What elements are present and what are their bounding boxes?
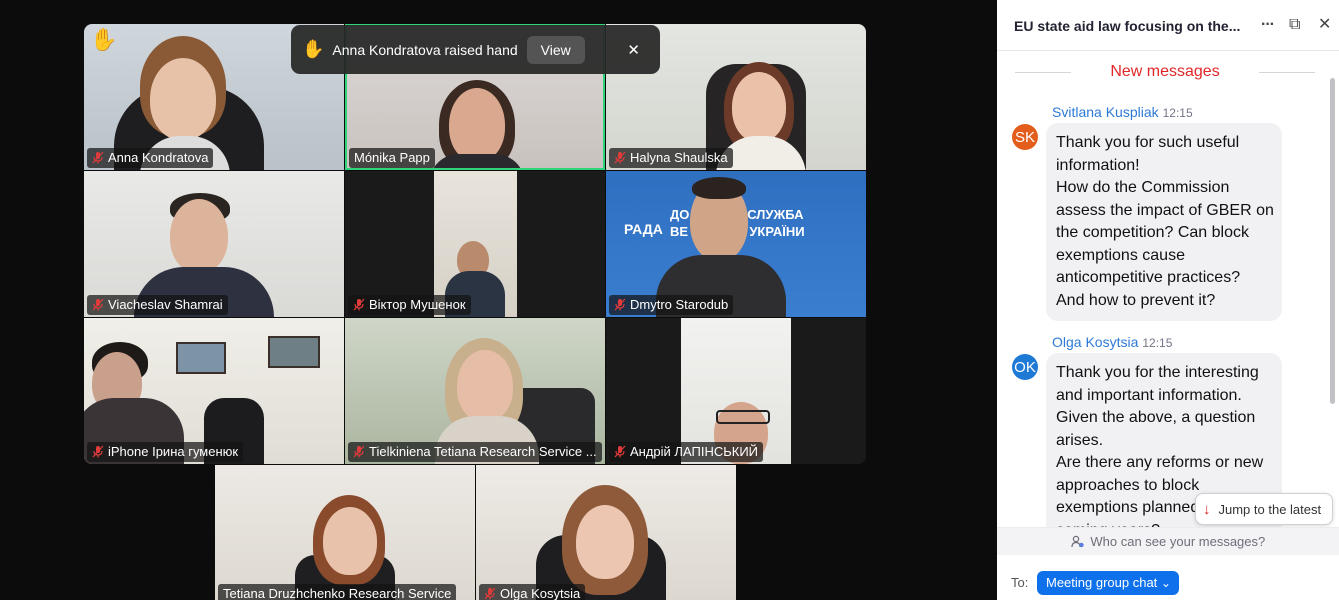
participant-name-tag: iPhone Ірина гуменюк xyxy=(87,442,244,462)
close-icon[interactable]: ✕ xyxy=(627,41,640,59)
recipient-row: To: Meeting group chat ⌄ xyxy=(997,555,1339,600)
raised-hand-notification: ✋ Anna Kondratova raised hand View ✕ xyxy=(291,25,660,74)
background-banner-left: РАДА xyxy=(624,221,663,237)
video-tile-tielkiniena-tetiana[interactable]: Tielkiniena Tetiana Research Service ... xyxy=(345,318,605,464)
message-bubble: Thank you for such useful information! H… xyxy=(1046,123,1282,321)
mic-muted-icon xyxy=(353,445,365,458)
avatar: OK xyxy=(1012,354,1038,380)
mic-muted-icon xyxy=(92,151,104,164)
mic-muted-icon xyxy=(353,298,365,311)
recipient-dropdown[interactable]: Meeting group chat ⌄ xyxy=(1037,571,1179,595)
participant-name: Anna Kondratova xyxy=(108,150,209,165)
message-sender: Svitlana Kuspliak 12:15 xyxy=(1052,104,1193,120)
participant-name: Андрій ЛАПІНСЬКИЙ xyxy=(630,444,759,459)
participant-name: Halyna Shaulska xyxy=(630,150,728,165)
participant-name: Tielkiniena Tetiana Research Service ... xyxy=(369,444,597,459)
chat-header: EU state aid law focusing on the... ··· … xyxy=(997,0,1339,51)
mic-muted-icon xyxy=(614,298,626,311)
participant-name: Tetiana Druzhchenko Research Service xyxy=(223,586,452,600)
chat-panel: EU state aid law focusing on the... ··· … xyxy=(997,0,1339,600)
video-tile-tetiana-druzhchenko[interactable]: Tetiana Druzhchenko Research Service xyxy=(215,465,475,600)
avatar: SK xyxy=(1012,124,1038,150)
person-icon xyxy=(1071,534,1088,549)
video-tile-andrii-lapinskyi[interactable]: Андрій ЛАПІНСЬКИЙ xyxy=(606,318,866,464)
participant-name: Olga Kosytsia xyxy=(500,586,581,600)
video-tile-viktor-mushenok[interactable]: Віктор Мушенок xyxy=(345,171,605,317)
participant-name-tag: Андрій ЛАПІНСЬКИЙ xyxy=(609,442,764,462)
video-tile-olga-kosytsia[interactable]: Olga Kosytsia xyxy=(476,465,736,600)
participant-name-tag: Viacheslav Shamrai xyxy=(87,295,228,315)
who-can-see-label: Who can see your messages? xyxy=(1090,534,1266,549)
chat-messages[interactable]: New messages SK Svitlana Kuspliak 12:15 T… xyxy=(997,51,1339,527)
new-messages-divider: New messages xyxy=(997,62,1339,82)
more-options-icon[interactable]: ··· xyxy=(1261,15,1275,35)
jump-label: Jump to the latest xyxy=(1218,501,1322,517)
message-time: 12:15 xyxy=(1142,336,1173,350)
mic-muted-icon xyxy=(92,298,104,311)
notification-text: Anna Kondratova raised hand xyxy=(332,41,518,58)
mic-muted-icon xyxy=(614,151,626,164)
mic-muted-icon xyxy=(484,587,496,600)
chat-title: EU state aid law focusing on the... xyxy=(1014,18,1241,34)
arrow-down-icon: ↓ xyxy=(1203,500,1211,518)
video-gallery: ✋ Anna Kondratova Mónika Papp Halyna Sha… xyxy=(0,0,997,600)
participant-name: Mónika Papp xyxy=(354,150,430,165)
sender-name: Svitlana Kuspliak xyxy=(1052,104,1159,120)
chevron-down-icon: ⌄ xyxy=(1160,576,1171,590)
message-sender: Olga Kosytsia 12:15 xyxy=(1052,334,1172,350)
video-tile-viacheslav-shamrai[interactable]: Viacheslav Shamrai xyxy=(84,171,344,317)
who-can-see-messages[interactable]: Who can see your messages? xyxy=(997,527,1339,555)
sender-name: Olga Kosytsia xyxy=(1052,334,1139,350)
participant-name: Viacheslav Shamrai xyxy=(108,297,223,312)
participant-name-tag: Tielkiniena Tetiana Research Service ... xyxy=(348,442,602,462)
mic-muted-icon xyxy=(92,445,104,458)
participant-name-tag: Halyna Shaulska xyxy=(609,148,733,168)
raised-hand-icon: ✋ xyxy=(90,27,118,52)
participant-name: Віктор Мушенок xyxy=(369,297,466,312)
participant-name-tag: Tetiana Druzhchenko Research Service xyxy=(218,584,457,600)
video-tile-dmytro-starodub[interactable]: РАДА ДО ЦЬКА СЛУЖБА ВЕ РАДИ УКРАЇНИ Dmyt… xyxy=(606,171,866,317)
participant-name-tag: Dmytro Starodub xyxy=(609,295,734,315)
chat-scrollbar[interactable] xyxy=(1330,78,1335,404)
participant-name-tag: Olga Kosytsia xyxy=(479,584,586,600)
popout-icon[interactable]: ⧉ xyxy=(1289,15,1300,35)
participant-name-tag: Anna Kondratova xyxy=(87,148,214,168)
message-time: 12:15 xyxy=(1162,106,1193,120)
participant-name: iPhone Ірина гуменюк xyxy=(108,444,239,459)
recipient-label: Meeting group chat xyxy=(1046,575,1158,590)
view-button[interactable]: View xyxy=(526,35,585,64)
close-icon[interactable]: ✕ xyxy=(1318,15,1331,35)
participant-name: Dmytro Starodub xyxy=(630,297,729,312)
to-label: To: xyxy=(1011,575,1029,590)
participant-name-tag: Mónika Papp xyxy=(349,148,435,168)
video-tile-iphone-iryna-humeniuk[interactable]: iPhone Ірина гуменюк xyxy=(84,318,344,464)
raised-hand-icon: ✋ xyxy=(302,39,325,59)
participant-name-tag: Віктор Мушенок xyxy=(348,295,471,315)
jump-to-latest-button[interactable]: ↓ Jump to the latest xyxy=(1195,493,1333,525)
mic-muted-icon xyxy=(614,445,626,458)
